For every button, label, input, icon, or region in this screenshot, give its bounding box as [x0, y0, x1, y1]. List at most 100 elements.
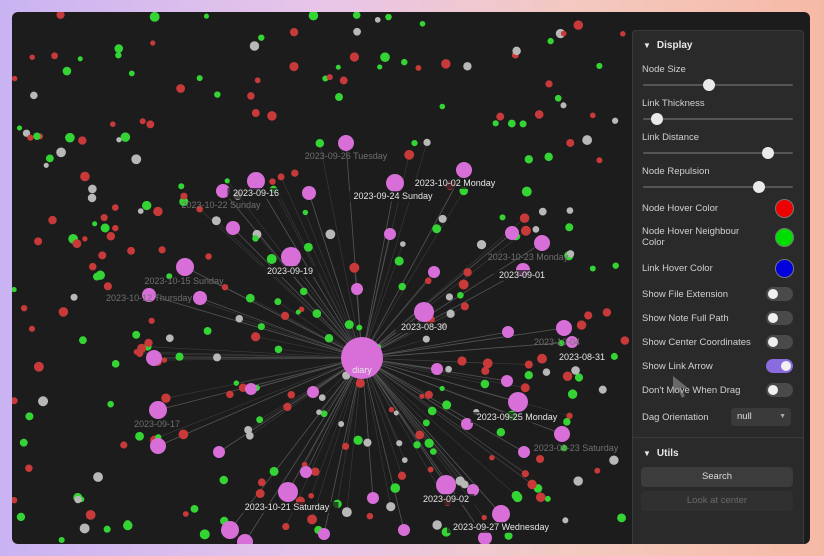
- graph-node[interactable]: [534, 110, 544, 119]
- graph-node[interactable]: [566, 207, 574, 214]
- graph-node[interactable]: [596, 62, 603, 70]
- graph-node[interactable]: [283, 402, 292, 412]
- graph-note-node[interactable]: [367, 492, 379, 504]
- center-coordinates-toggle[interactable]: [766, 335, 793, 349]
- graph-node[interactable]: [25, 464, 33, 473]
- graph-node[interactable]: [56, 12, 65, 19]
- graph-note-node[interactable]: [492, 505, 510, 523]
- graph-node[interactable]: [458, 279, 469, 290]
- graph-node[interactable]: [544, 495, 551, 502]
- graph-node[interactable]: [252, 235, 259, 242]
- graph-note-node[interactable]: [428, 266, 440, 278]
- graph-node[interactable]: [251, 109, 260, 117]
- graph-node[interactable]: [398, 282, 406, 291]
- graph-note-node[interactable]: [221, 521, 239, 539]
- graph-node[interactable]: [439, 385, 445, 392]
- graph-node[interactable]: [480, 379, 490, 389]
- graph-node[interactable]: [617, 513, 626, 523]
- graph-node[interactable]: [609, 455, 619, 465]
- graph-node[interactable]: [277, 173, 285, 181]
- graph-node[interactable]: [58, 307, 69, 317]
- graph-node[interactable]: [547, 37, 554, 45]
- graph-node[interactable]: [349, 262, 360, 273]
- graph-node[interactable]: [374, 16, 381, 23]
- graph-node[interactable]: [175, 352, 184, 361]
- graph-node[interactable]: [439, 103, 446, 110]
- graph-node[interactable]: [404, 149, 415, 160]
- graph-note-node[interactable]: [278, 482, 298, 502]
- graph-node[interactable]: [401, 457, 408, 463]
- graph-node[interactable]: [295, 309, 301, 315]
- graph-node[interactable]: [536, 454, 545, 464]
- graph-note-node[interactable]: [384, 228, 396, 240]
- graph-node[interactable]: [266, 254, 277, 264]
- graph-node[interactable]: [562, 371, 573, 382]
- graph-node[interactable]: [203, 13, 209, 19]
- graph-node[interactable]: [124, 520, 132, 528]
- graph-node[interactable]: [520, 383, 530, 393]
- graph-node[interactable]: [226, 390, 234, 399]
- graph-node[interactable]: [245, 293, 255, 303]
- graph-node[interactable]: [87, 193, 97, 203]
- graph-node[interactable]: [415, 430, 425, 440]
- graph-note-node[interactable]: [534, 235, 550, 251]
- graph-node[interactable]: [196, 75, 203, 82]
- graph-node[interactable]: [256, 416, 264, 424]
- graph-node[interactable]: [512, 46, 521, 56]
- graph-note-node[interactable]: [554, 426, 570, 442]
- graph-node[interactable]: [148, 317, 155, 324]
- graph-node[interactable]: [144, 338, 153, 348]
- graph-node[interactable]: [244, 425, 253, 434]
- graph-node[interactable]: [103, 282, 112, 291]
- graph-node[interactable]: [274, 345, 283, 354]
- graph-note-node[interactable]: [431, 363, 443, 375]
- graph-node[interactable]: [335, 64, 341, 70]
- graph-node[interactable]: [460, 480, 469, 489]
- graph-node[interactable]: [316, 409, 322, 415]
- graph-note-node[interactable]: [338, 135, 354, 151]
- graph-node[interactable]: [98, 251, 107, 260]
- graph-node[interactable]: [205, 253, 212, 260]
- graph-node[interactable]: [424, 277, 432, 285]
- graph-node[interactable]: [233, 380, 240, 386]
- graph-node[interactable]: [120, 441, 128, 449]
- graph-node[interactable]: [324, 334, 334, 343]
- graph-node[interactable]: [149, 12, 160, 22]
- graph-node[interactable]: [135, 431, 144, 441]
- graph-node[interactable]: [56, 147, 66, 158]
- graph-node[interactable]: [427, 466, 434, 473]
- graph-node[interactable]: [573, 20, 584, 30]
- graph-node[interactable]: [80, 171, 90, 182]
- graph-node[interactable]: [77, 56, 83, 62]
- graph-node[interactable]: [302, 209, 309, 216]
- graph-node[interactable]: [312, 309, 322, 318]
- graph-note-node[interactable]: [351, 283, 363, 295]
- link-hover-color-swatch[interactable]: [775, 259, 794, 278]
- graph-node[interactable]: [107, 400, 114, 408]
- graph-node[interactable]: [137, 343, 147, 353]
- graph-node[interactable]: [353, 435, 363, 445]
- graph-node[interactable]: [65, 132, 75, 143]
- graph-node[interactable]: [377, 64, 383, 70]
- graph-node[interactable]: [106, 232, 116, 241]
- graph-node[interactable]: [349, 52, 360, 62]
- graph-node[interactable]: [560, 102, 567, 109]
- graph-note-node[interactable]: [213, 446, 225, 458]
- graph-node[interactable]: [554, 94, 562, 102]
- graph-node[interactable]: [411, 139, 418, 147]
- graph-node[interactable]: [445, 365, 452, 373]
- graph-node[interactable]: [445, 293, 454, 301]
- graph-node[interactable]: [612, 262, 619, 269]
- graph-node[interactable]: [190, 504, 199, 513]
- graph-node[interactable]: [82, 236, 88, 242]
- graph-node[interactable]: [51, 52, 58, 60]
- graph-node[interactable]: [446, 309, 455, 318]
- graph-node[interactable]: [249, 41, 260, 51]
- graph-node[interactable]: [269, 466, 279, 476]
- graph-node[interactable]: [72, 239, 82, 249]
- graph-node[interactable]: [573, 476, 583, 486]
- graph-node[interactable]: [610, 352, 618, 360]
- graph-note-node[interactable]: [302, 186, 316, 200]
- graph-node[interactable]: [582, 135, 593, 145]
- graph-node[interactable]: [258, 34, 265, 41]
